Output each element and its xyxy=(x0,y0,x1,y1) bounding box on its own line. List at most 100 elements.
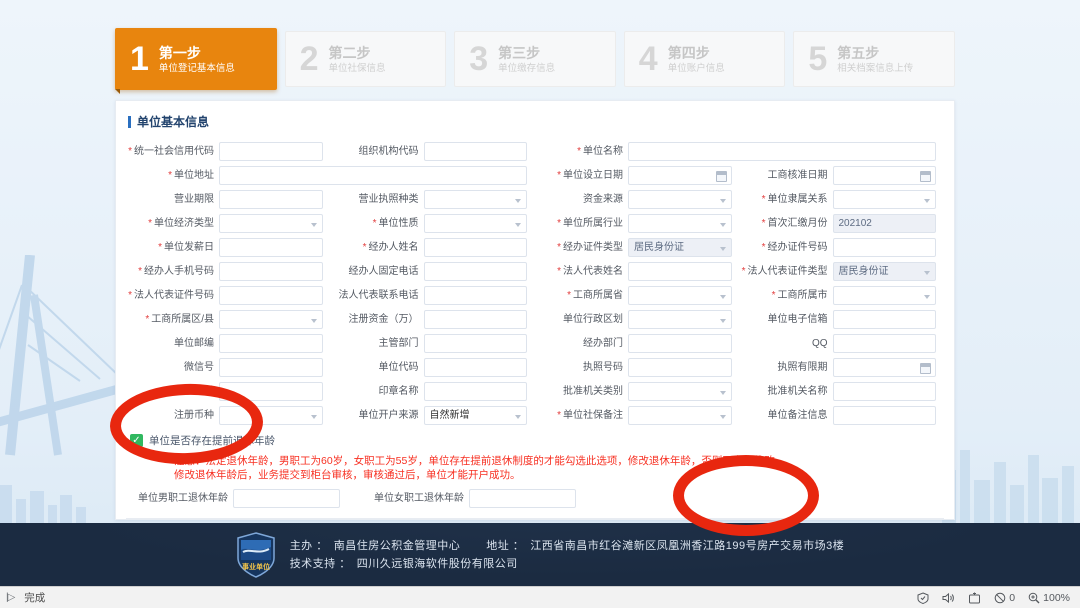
form-field: 单位女职工退休年龄 xyxy=(348,489,584,508)
field-label: 单位女职工退休年龄 xyxy=(348,489,464,508)
text-input[interactable] xyxy=(219,166,527,185)
footer-address-value: 江西省南昌市红谷滩新区凤凰洲香江路199号房产交易市场3楼 xyxy=(530,540,844,552)
chevron-down-icon xyxy=(720,319,726,323)
form-field: *单位发薪日 xyxy=(126,238,331,257)
select-input[interactable] xyxy=(424,214,528,233)
field-label: 单位男职工退休年龄 xyxy=(126,489,228,508)
form-field: *经办证件号码 xyxy=(740,238,945,257)
field-label: *工商所属市 xyxy=(740,286,828,305)
select-input[interactable] xyxy=(628,190,732,209)
text-input[interactable] xyxy=(628,262,732,281)
step-tab-2[interactable]: 2第二步单位社保信息 xyxy=(285,31,447,87)
step-tab-4[interactable]: 4第四步单位账户信息 xyxy=(624,31,786,87)
text-input[interactable] xyxy=(424,358,528,377)
text-input[interactable] xyxy=(628,334,732,353)
status-right: 0 100% xyxy=(917,592,1070,604)
select-input[interactable] xyxy=(628,310,732,329)
select-input[interactable] xyxy=(628,382,732,401)
text-input[interactable] xyxy=(424,142,528,161)
field-label: 单位开户来源 xyxy=(331,406,419,425)
form-field: 注册资金（万） xyxy=(331,310,536,329)
field-label: *经办证件类型 xyxy=(535,238,623,257)
required-asterisk: * xyxy=(148,218,152,229)
text-input[interactable] xyxy=(424,382,528,401)
field-label: 单位备注信息 xyxy=(740,406,828,425)
form-field: *单位地址 xyxy=(126,166,535,185)
step-subtitle: 相关档案信息上传 xyxy=(837,62,913,75)
text-input[interactable] xyxy=(833,382,937,401)
select-input[interactable] xyxy=(628,214,732,233)
form-field: 组织机构代码 xyxy=(331,142,536,161)
text-input[interactable] xyxy=(219,142,323,161)
chevron-down-icon xyxy=(311,415,317,419)
form-row: 微信号单位代码执照号码执照有限期 xyxy=(126,358,944,377)
step-tab-5[interactable]: 5第五步相关档案信息上传 xyxy=(793,31,955,87)
text-input[interactable] xyxy=(424,262,528,281)
text-input[interactable] xyxy=(219,358,323,377)
text-input[interactable] xyxy=(424,286,528,305)
form-field: 经办部门 xyxy=(535,334,740,353)
retire-notice: 注意：法定退休年龄，男职工为60岁，女职工为55岁，单位存在提前退休制度的才能勾… xyxy=(174,454,944,482)
popup-blocker-icon[interactable]: 0 xyxy=(994,592,1015,604)
volume-icon[interactable] xyxy=(942,592,955,604)
text-input[interactable] xyxy=(219,334,323,353)
field-label: 单位邮编 xyxy=(126,334,214,353)
date-input[interactable] xyxy=(833,358,937,377)
field-label: 单位代码 xyxy=(331,358,419,377)
field-label: *经办人手机号码 xyxy=(126,262,214,281)
text-input[interactable] xyxy=(219,190,323,209)
select-input[interactable] xyxy=(628,286,732,305)
protected-mode-shield-icon[interactable] xyxy=(917,592,929,604)
chevron-down-icon xyxy=(720,391,726,395)
step-number: 1 xyxy=(130,42,149,76)
select-input[interactable]: 居民身份证 xyxy=(628,238,732,257)
field-label: *单位发薪日 xyxy=(126,238,214,257)
step-tab-3[interactable]: 3第三步单位缴存信息 xyxy=(454,31,616,87)
add-site-icon[interactable] xyxy=(968,592,981,604)
form-field: 印章名称 xyxy=(331,382,536,401)
required-asterisk: * xyxy=(567,290,571,301)
field-label: 注册资金（万） xyxy=(331,310,419,329)
step-subtitle: 单位缴存信息 xyxy=(498,62,555,75)
popup-count: 0 xyxy=(1009,592,1015,604)
select-input[interactable]: 居民身份证 xyxy=(833,262,937,281)
field-label: 资金来源 xyxy=(535,190,623,209)
select-input[interactable]: 自然新增 xyxy=(424,406,528,425)
required-asterisk: * xyxy=(577,146,581,157)
select-input[interactable] xyxy=(628,406,732,425)
step-number: 4 xyxy=(639,42,658,76)
field-label: *单位社保备注 xyxy=(535,406,623,425)
select-input[interactable] xyxy=(833,286,937,305)
text-input[interactable] xyxy=(219,262,323,281)
text-input[interactable] xyxy=(833,310,937,329)
step-title: 第一步 xyxy=(159,44,235,62)
zoom-level-control[interactable]: 100% xyxy=(1028,592,1070,604)
form-field: 经办人固定电话 xyxy=(331,262,536,281)
step-tab-1[interactable]: 1第一步单位登记基本信息 xyxy=(115,28,277,90)
text-input[interactable] xyxy=(469,489,576,508)
chevron-down-icon xyxy=(924,295,930,299)
chevron-down-icon xyxy=(924,271,930,275)
text-input[interactable] xyxy=(833,334,937,353)
field-label: *工商所属区/县 xyxy=(126,310,214,329)
select-input[interactable] xyxy=(219,310,323,329)
date-input[interactable] xyxy=(628,166,732,185)
select-input[interactable] xyxy=(833,190,937,209)
text-input[interactable] xyxy=(628,358,732,377)
text-input[interactable] xyxy=(833,238,937,257)
text-input[interactable] xyxy=(424,238,528,257)
text-input[interactable] xyxy=(233,489,340,508)
text-input[interactable] xyxy=(833,406,937,425)
date-input[interactable] xyxy=(833,166,937,185)
chevron-down-icon xyxy=(720,223,726,227)
text-input[interactable] xyxy=(424,310,528,329)
select-input[interactable] xyxy=(219,214,323,233)
zoom-level-value: 100% xyxy=(1043,592,1070,604)
select-input[interactable] xyxy=(424,190,528,209)
text-input[interactable] xyxy=(628,142,936,161)
text-input[interactable] xyxy=(424,334,528,353)
text-input[interactable] xyxy=(219,286,323,305)
text-input[interactable] xyxy=(219,238,323,257)
step-wizard-header: 1第一步单位登记基本信息2第二步单位社保信息3第三步单位缴存信息4第四步单位账户… xyxy=(115,28,955,92)
footer-line1: 主办 ：南昌住房公积金管理中心地址 ：江西省南昌市红谷滩新区凤凰洲香江路199号… xyxy=(290,537,845,555)
